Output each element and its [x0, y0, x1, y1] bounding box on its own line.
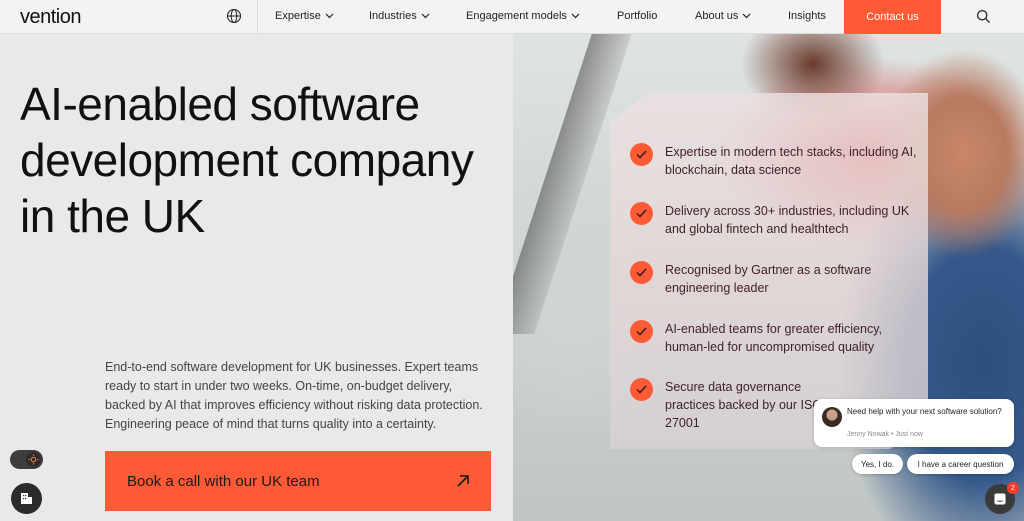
- theme-toggle[interactable]: [10, 450, 43, 469]
- chevron-down-icon: [571, 13, 580, 19]
- hero-description: End-to-end software development for UK b…: [105, 360, 483, 431]
- chat-unread-badge: 2: [1007, 482, 1019, 494]
- nav-engagement-models-label: Engagement models: [466, 10, 567, 22]
- nav-insights[interactable]: Insights: [788, 10, 826, 22]
- check-icon: [630, 202, 653, 225]
- chevron-down-icon: [421, 13, 430, 19]
- agent-avatar: [822, 407, 842, 427]
- chat-icon: [994, 493, 1006, 505]
- nav-portfolio-label: Portfolio: [617, 10, 658, 22]
- chat-message-meta: Jenny Nowak • Just now: [847, 431, 923, 438]
- check-icon: [630, 378, 653, 401]
- chat-message-bubble[interactable]: Need help with your next software soluti…: [814, 399, 1014, 447]
- nav-expertise[interactable]: Expertise: [275, 10, 334, 22]
- accessibility-button[interactable]: [11, 483, 42, 514]
- sun-icon: [26, 452, 41, 467]
- nav-industries[interactable]: Industries: [369, 10, 430, 22]
- chevron-down-icon: [742, 13, 751, 19]
- chat-reply-career-button[interactable]: I have a career question: [907, 454, 1014, 474]
- feature-text: AI-enabled teams for greater efficiency,…: [665, 322, 883, 354]
- feature-text: Recognised by Gartner as a software engi…: [665, 263, 872, 295]
- nav-about-us-label: About us: [695, 10, 739, 22]
- chat-message-text: Need help with your next software soluti…: [847, 407, 1002, 416]
- globe-icon[interactable]: [226, 8, 242, 24]
- feature-item: Expertise in modern tech stacks, includi…: [630, 143, 920, 179]
- contact-us-button[interactable]: Contact us: [844, 0, 941, 34]
- book-call-button-label: Book a call with our UK team: [127, 472, 320, 490]
- feature-item: Delivery across 30+ industries, includin…: [630, 202, 920, 238]
- nav-divider: [257, 0, 258, 34]
- top-navigation: vention Expertise Industries Engagement …: [0, 0, 1024, 34]
- vention-logo[interactable]: vention: [20, 6, 82, 29]
- check-icon: [630, 320, 653, 343]
- book-call-button[interactable]: Book a call with our UK team: [105, 451, 491, 511]
- nav-expertise-label: Expertise: [275, 10, 321, 22]
- building-icon: [21, 493, 32, 504]
- feature-text: Expertise in modern tech stacks, includi…: [665, 145, 917, 177]
- check-icon: [630, 261, 653, 284]
- nav-insights-label: Insights: [788, 10, 826, 22]
- nav-industries-label: Industries: [369, 10, 417, 22]
- nav-engagement-models[interactable]: Engagement models: [466, 10, 580, 22]
- arrow-up-right-icon: [457, 475, 469, 487]
- search-icon[interactable]: [976, 9, 991, 24]
- feature-item: Recognised by Gartner as a software engi…: [630, 261, 920, 297]
- nav-about-us[interactable]: About us: [695, 10, 751, 22]
- chevron-down-icon: [325, 13, 334, 19]
- hero-title: AI-enabled software development company …: [20, 78, 474, 242]
- feature-item: AI-enabled teams for greater efficiency,…: [630, 320, 920, 356]
- nav-portfolio[interactable]: Portfolio: [617, 10, 657, 22]
- check-icon: [630, 143, 653, 166]
- feature-text: Delivery across 30+ industries, includin…: [665, 204, 910, 236]
- chat-reply-yes-button[interactable]: Yes, I do.: [852, 454, 903, 474]
